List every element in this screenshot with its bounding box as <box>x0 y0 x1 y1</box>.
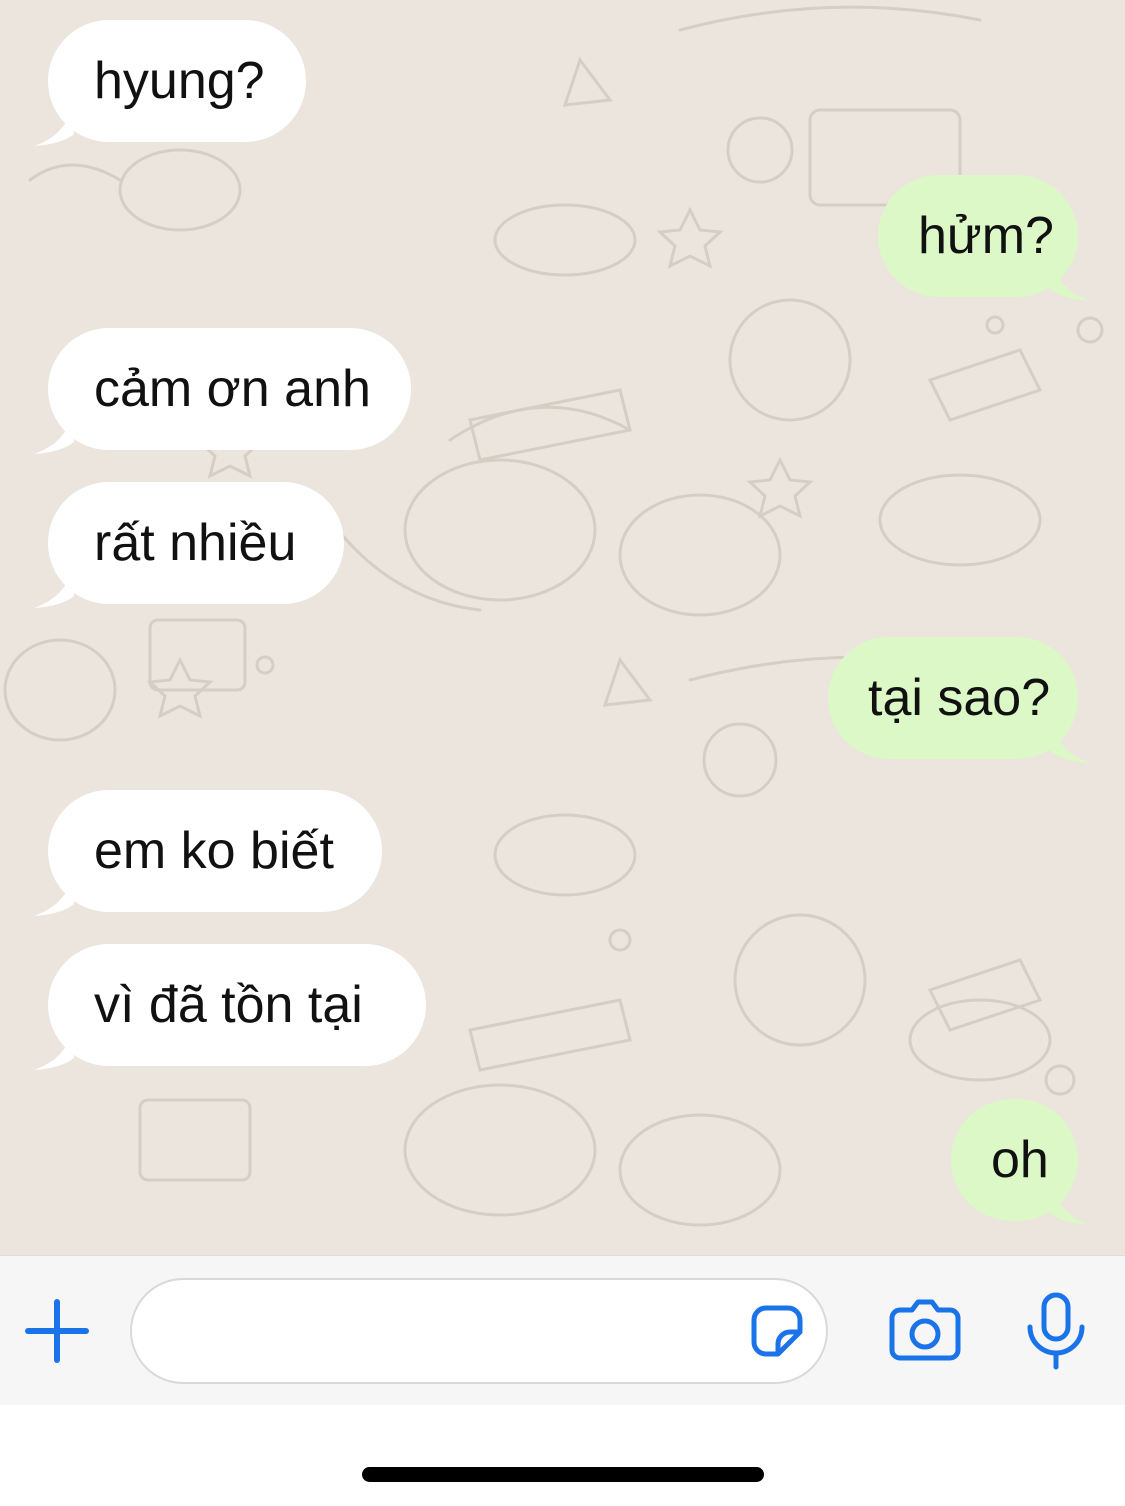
chat-area[interactable]: hyung? hửm? cảm ơn anh rất nhiều tại sao? em … <box>0 0 1125 1255</box>
bubble-tail <box>34 1030 74 1070</box>
sticker-icon[interactable] <box>746 1300 808 1362</box>
camera-icon[interactable] <box>884 1298 966 1364</box>
message-input-bar <box>0 1255 1125 1405</box>
outgoing-message-bubble[interactable]: hửm? <box>878 175 1090 301</box>
message-input[interactable] <box>130 1278 828 1384</box>
bubble-tail <box>34 414 74 454</box>
message-text: cảm ơn anh <box>94 360 371 418</box>
incoming-message-bubble[interactable]: cảm ơn anh <box>34 328 411 454</box>
message-text: tại sao? <box>868 669 1051 727</box>
message-text: rất nhiều <box>94 514 297 572</box>
incoming-message-bubble[interactable]: em ko biết <box>34 790 382 916</box>
plus-icon[interactable] <box>22 1296 92 1366</box>
bubble-tail <box>1050 1185 1090 1225</box>
incoming-message-bubble[interactable]: hyung? <box>34 20 306 146</box>
home-indicator[interactable] <box>362 1467 764 1482</box>
incoming-message-bubble[interactable]: rất nhiều <box>34 482 344 608</box>
bubble-tail <box>34 568 74 608</box>
message-text: oh <box>991 1131 1049 1189</box>
bubble-tail <box>34 106 74 146</box>
message-text: hyung? <box>94 52 265 110</box>
message-text: hửm? <box>918 207 1054 265</box>
message-text: vì đã tồn tại <box>94 976 363 1034</box>
outgoing-message-bubble[interactable]: tại sao? <box>828 637 1090 763</box>
outgoing-message-bubble[interactable]: oh <box>951 1099 1090 1225</box>
bubble-tail <box>1050 261 1090 301</box>
microphone-icon[interactable] <box>1022 1291 1090 1371</box>
message-text: em ko biết <box>94 822 334 880</box>
bubble-tail <box>1050 723 1090 763</box>
home-indicator-area <box>0 1405 1125 1506</box>
bubble-tail <box>34 876 74 916</box>
incoming-message-bubble[interactable]: vì đã tồn tại <box>34 944 426 1070</box>
